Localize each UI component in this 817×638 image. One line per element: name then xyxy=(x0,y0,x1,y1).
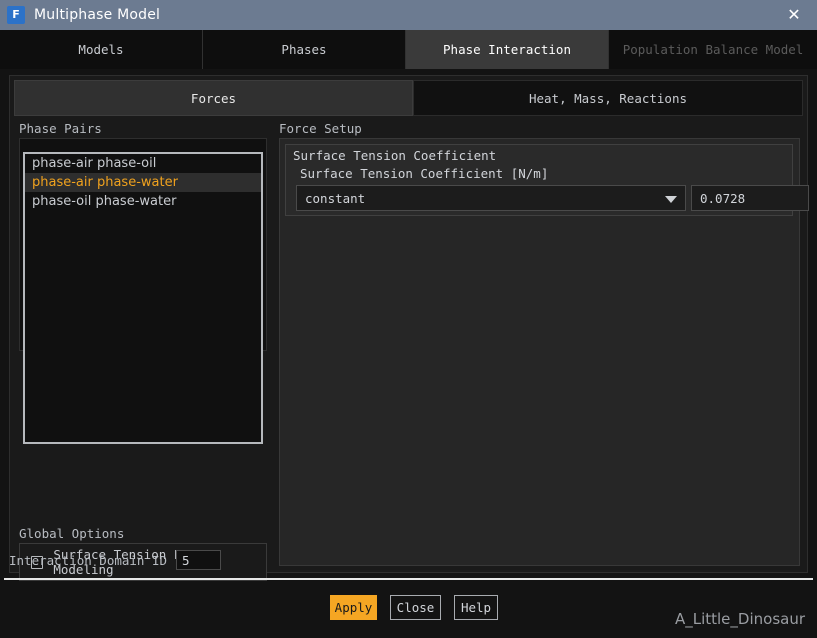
force-setup-label: Force Setup xyxy=(279,121,362,136)
surface-tension-coefficient-field-label: Surface Tension Coefficient [N/m] xyxy=(300,166,549,181)
title-bar: F Multiphase Model ✕ xyxy=(0,0,817,30)
footer-separator xyxy=(4,578,813,580)
close-button[interactable]: Close xyxy=(390,595,441,620)
forces-body: Phase Pairs phase-air phase-oil phase-ai… xyxy=(14,120,809,581)
tab-forces[interactable]: Forces xyxy=(14,80,413,116)
surface-tension-coefficient-value: 0.0728 xyxy=(700,191,746,206)
apply-button[interactable]: Apply xyxy=(330,595,377,620)
surface-tension-coefficient-input[interactable]: 0.0728 xyxy=(691,185,809,211)
tab-heat-mass-reactions[interactable]: Heat, Mass, Reactions xyxy=(413,80,803,116)
global-options-label: Global Options xyxy=(19,526,125,541)
surface-tension-method-dropdown[interactable]: constant xyxy=(296,185,686,211)
list-item[interactable]: phase-air phase-water xyxy=(25,173,261,192)
list-item[interactable]: phase-air phase-oil xyxy=(25,154,261,173)
interaction-domain-id-label: Interaction Domain ID xyxy=(9,552,168,568)
interaction-domain-id-input[interactable]: 5 xyxy=(176,550,222,570)
close-icon[interactable]: ✕ xyxy=(771,0,817,30)
surface-tension-method-value: constant xyxy=(305,191,366,206)
phase-pairs-list[interactable]: phase-air phase-oil phase-air phase-wate… xyxy=(23,152,263,444)
help-button[interactable]: Help xyxy=(454,595,498,620)
chevron-down-icon[interactable] xyxy=(665,196,677,203)
phase-interaction-panel: Forces Heat, Mass, Reactions Phase Pairs… xyxy=(9,75,809,581)
tab-phases[interactable]: Phases xyxy=(203,30,406,69)
watermark: A_Little_Dinosaur xyxy=(674,610,805,628)
main-tab-bar: Models Phases Phase Interaction Populati… xyxy=(0,30,817,69)
tab-phase-interaction[interactable]: Phase Interaction xyxy=(406,30,609,69)
surface-tension-coefficient-group: Surface Tension Coefficient Surface Tens… xyxy=(285,144,809,216)
phase-pairs-label: Phase Pairs xyxy=(19,121,102,136)
tab-models[interactable]: Models xyxy=(0,30,203,69)
multiphase-model-dialog: F Multiphase Model ✕ Models Phases Phase… xyxy=(0,0,817,638)
fluent-app-icon: F xyxy=(7,6,25,24)
dialog-button-row: Apply Close Help xyxy=(330,595,511,620)
list-item[interactable]: phase-oil phase-water xyxy=(25,192,261,211)
interaction-domain-row: Interaction Domain ID 5 xyxy=(9,550,222,570)
force-setup-panel: Surface Tension Coefficient Surface Tens… xyxy=(279,138,809,566)
tab-population-balance-model: Population Balance Model xyxy=(609,30,817,69)
window-title: Multiphase Model xyxy=(34,7,161,23)
surface-tension-coefficient-title: Surface Tension Coefficient xyxy=(293,148,497,163)
sub-tab-bar: Forces Heat, Mass, Reactions xyxy=(14,80,803,116)
